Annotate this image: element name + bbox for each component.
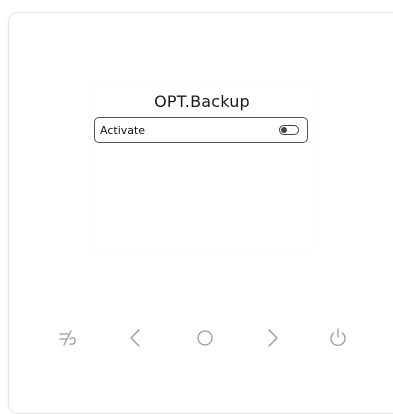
screen-title: OPT.Backup (154, 92, 250, 111)
toggle-knob (281, 127, 287, 133)
left-arrow-button[interactable] (120, 323, 150, 353)
chevron-left-icon (130, 329, 140, 347)
activate-toggle[interactable] (279, 125, 299, 135)
right-arrow-button[interactable] (258, 323, 288, 353)
activate-label: Activate (100, 124, 146, 137)
ok-button[interactable] (190, 323, 220, 353)
power-button[interactable] (323, 323, 353, 353)
mode-button[interactable] (54, 323, 84, 353)
lcd-screen: OPT.Backup Activate (91, 84, 313, 250)
chevron-right-icon (268, 329, 278, 347)
slash-toggle-icon (59, 330, 76, 346)
power-icon (330, 328, 346, 347)
activate-row[interactable]: Activate (94, 117, 308, 143)
circle-icon (197, 330, 213, 346)
